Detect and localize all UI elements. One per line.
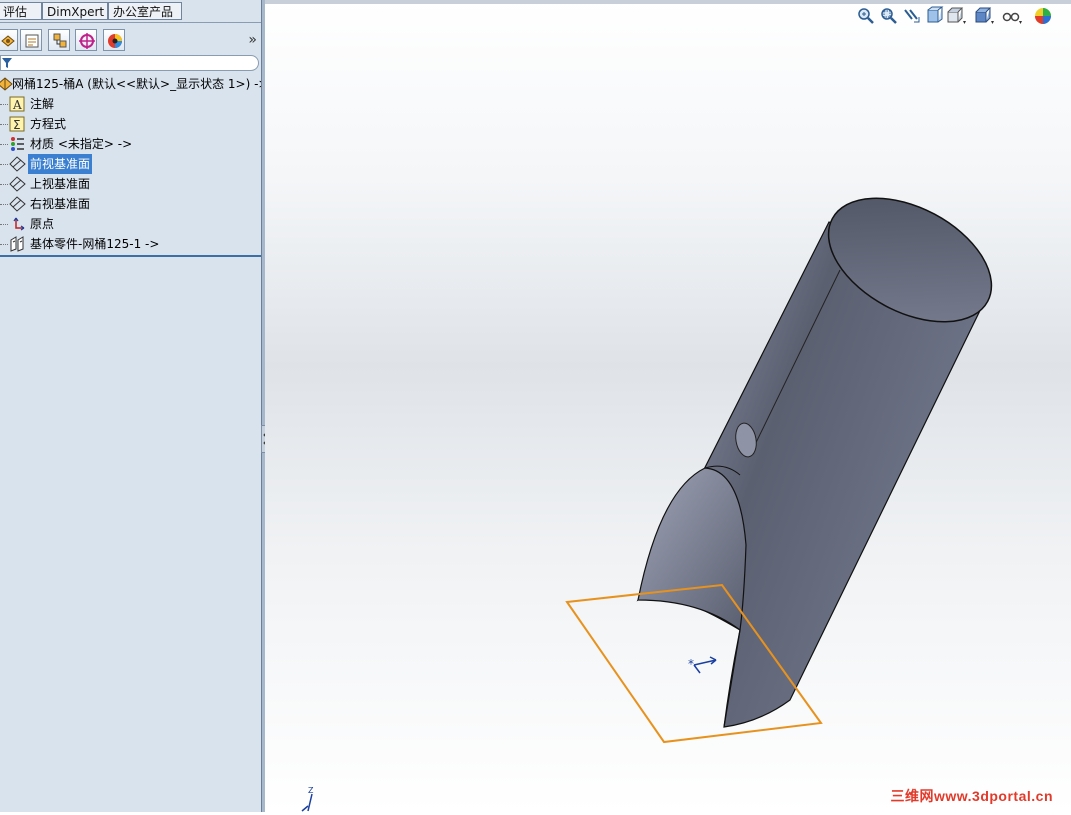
tab-evaluate[interactable]: 评估	[0, 2, 42, 20]
origin-icon	[13, 217, 25, 231]
tree-item-origin[interactable]: 原点	[0, 214, 200, 234]
expand-chevron-icon[interactable]: »	[248, 32, 257, 48]
manager-toolbar: »	[0, 28, 261, 54]
material-icon	[11, 137, 24, 151]
rollback-bar[interactable]	[0, 255, 261, 257]
tree-item-base-part[interactable]: 基体零件-网桶125-1 ->	[0, 234, 220, 254]
model-view[interactable]: *	[265, 0, 1071, 812]
plane-icon	[9, 176, 26, 192]
tree-item-label: 前视基准面	[28, 154, 93, 174]
tree-item-equations[interactable]: Σ 方程式	[0, 114, 200, 134]
reference-triad-icon: Z	[298, 786, 322, 815]
triad-z-label: Z	[308, 786, 314, 795]
property-manager-icon[interactable]	[20, 29, 42, 51]
tree-filter-input[interactable]	[0, 55, 259, 71]
tree-item-right-plane[interactable]: 右视基准面	[0, 194, 200, 214]
tree-item-material[interactable]: 材质 <未指定> ->	[0, 134, 200, 154]
svg-text:Σ: Σ	[13, 118, 21, 132]
tree-root-part[interactable]: 网桶125-桶A (默认<<默认>_显示状态 1>) ->	[0, 74, 269, 94]
tree-item-top-plane[interactable]: 上视基准面	[0, 174, 200, 194]
base-part-icon	[10, 236, 24, 252]
command-manager-tabs: 评估 DimXpert 办公室产品	[0, 0, 261, 23]
svg-text:*: *	[688, 657, 694, 671]
cut-inner-surface[interactable]	[637, 467, 747, 632]
tree-item-label: 注解	[30, 97, 55, 111]
tree-item-front-plane[interactable]: 前视基准面	[0, 154, 200, 174]
watermark-text: 三维网www.3dportal.cn	[890, 788, 1053, 804]
feature-manager-panel: 评估 DimXpert 办公室产品 » 网桶125-桶A (默认<<默认>_显示…	[0, 0, 269, 812]
tree-item-label: 上视基准面	[30, 177, 91, 191]
tree-item-label: 原点	[30, 217, 55, 231]
tree-item-label: 方程式	[30, 117, 67, 131]
tree-item-label: 基体零件-网桶125-1 ->	[30, 237, 160, 251]
tree-item-label: 右视基准面	[30, 197, 91, 211]
annotation-icon: A	[9, 96, 25, 112]
dimxpert-manager-icon[interactable]	[75, 29, 97, 51]
equation-icon: Σ	[9, 116, 25, 132]
graphics-viewport[interactable]: * Z 三维网www.3dportal.cn	[265, 0, 1071, 812]
svg-text:A: A	[12, 98, 22, 112]
tree-root-label: 网桶125-桶A (默认<<默认>_显示状态 1>) ->	[12, 77, 269, 91]
tab-office-products[interactable]: 办公室产品	[108, 2, 182, 20]
plane-icon	[9, 156, 26, 172]
plane-icon	[9, 196, 26, 212]
display-manager-icon[interactable]	[103, 29, 125, 51]
feature-manager-icon[interactable]	[0, 29, 18, 51]
tree-item-annotations[interactable]: A 注解	[0, 94, 200, 114]
viewport-top-border	[265, 0, 1071, 4]
configuration-manager-icon[interactable]	[48, 29, 70, 51]
tab-dimxpert[interactable]: DimXpert	[42, 2, 108, 20]
origin-marker-icon: *	[688, 656, 717, 674]
tree-item-label: 材质 <未指定> ->	[30, 137, 133, 151]
filter-icon	[2, 58, 12, 68]
